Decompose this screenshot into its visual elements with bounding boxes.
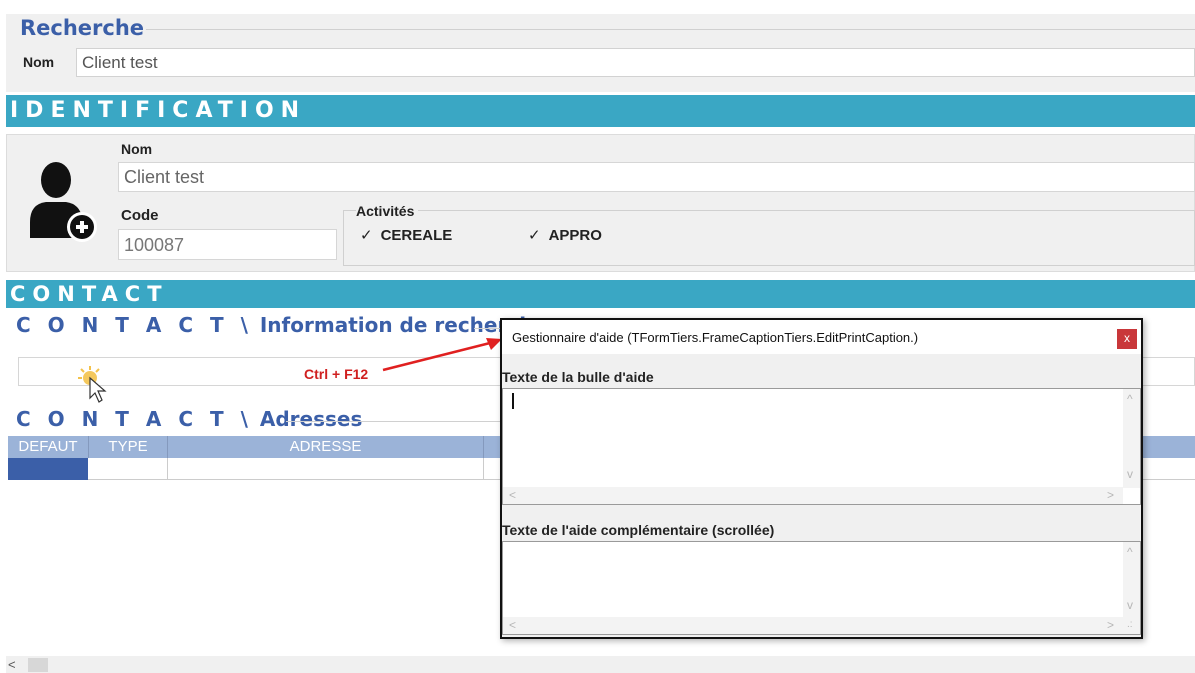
search-title-divider: [146, 29, 1195, 30]
dialog-title: Gestionnaire d'aide (TFormTiers.FrameCap…: [512, 330, 919, 345]
close-button[interactable]: x: [1117, 329, 1137, 349]
contact-band: CONTACT: [6, 280, 1195, 308]
pointer-cursor-icon: [78, 366, 107, 403]
check-icon: ✓: [360, 227, 373, 244]
annotation-arrow-icon: [382, 338, 502, 372]
scroll-right-icon[interactable]: >: [1107, 618, 1114, 632]
extra-help-label: Texte de l'aide complémentaire (scrollée…: [502, 522, 775, 538]
add-user-icon[interactable]: [28, 160, 100, 242]
scroll-left-icon[interactable]: <: [8, 657, 16, 672]
activities-group: [343, 210, 1195, 266]
text-caret: [512, 393, 514, 409]
scroll-left-icon[interactable]: <: [509, 618, 516, 632]
contact-addresses-divider: [286, 421, 500, 422]
check-icon: ✓: [528, 227, 541, 244]
tooltip-text-label: Texte de la bulle d'aide: [502, 369, 654, 385]
scroll-down-icon[interactable]: v: [1127, 598, 1133, 612]
scroll-left-icon[interactable]: <: [509, 488, 516, 502]
table-cell[interactable]: [88, 458, 168, 480]
column-header-type[interactable]: TYPE: [89, 436, 168, 458]
identification-nom-label: Nom: [121, 141, 153, 157]
search-section-title: Recherche: [20, 16, 145, 40]
dialog-body: Texte de la bulle d'aide ^ v < > Texte d…: [502, 354, 1141, 637]
tooltip-text-area[interactable]: ^ v < >: [502, 388, 1141, 505]
contact-info-divider: [474, 328, 500, 329]
horizontal-scrollbar[interactable]: [6, 656, 1195, 673]
activities-label: Activités: [356, 203, 419, 219]
identification-nom-input[interactable]: Client test: [118, 162, 1195, 192]
identification-code-input[interactable]: 100087: [118, 229, 337, 260]
scroll-up-icon[interactable]: ^: [1127, 392, 1133, 406]
scroll-down-icon[interactable]: v: [1127, 467, 1133, 481]
scrollbar-thumb[interactable]: [28, 658, 48, 672]
table-cell[interactable]: [168, 458, 484, 480]
vertical-scrollbar[interactable]: ^ v: [1123, 389, 1140, 488]
identification-band: IDENTIFICATION: [6, 95, 1195, 127]
scroll-right-icon[interactable]: >: [1107, 488, 1114, 502]
search-nom-label: Nom: [23, 54, 55, 70]
extra-help-text-area[interactable]: ^ v < > .:: [502, 541, 1141, 635]
horizontal-scrollbar[interactable]: < >: [503, 487, 1123, 504]
column-header-defaut[interactable]: DEFAUT: [8, 436, 89, 458]
search-nom-input[interactable]: Client test: [76, 48, 1195, 77]
horizontal-scrollbar[interactable]: < > .:: [503, 617, 1140, 634]
shortcut-annotation: Ctrl + F12: [304, 366, 369, 382]
resize-grip-icon[interactable]: .:: [1127, 619, 1133, 630]
selected-cell[interactable]: [8, 458, 88, 480]
activity-appro-checkbox[interactable]: ✓ APPRO: [528, 226, 602, 244]
activity-cereale-checkbox[interactable]: ✓ CEREALE: [360, 226, 452, 244]
vertical-scrollbar[interactable]: ^ v: [1123, 542, 1140, 618]
contact-addresses-title: C O N T A C T \ Adresses: [16, 407, 363, 431]
dialog-titlebar[interactable]: Gestionnaire d'aide (TFormTiers.FrameCap…: [502, 320, 1141, 354]
column-header-adresse[interactable]: ADRESSE: [168, 436, 484, 458]
identification-code-label: Code: [121, 207, 159, 224]
help-manager-dialog: Gestionnaire d'aide (TFormTiers.FrameCap…: [500, 318, 1143, 639]
scroll-up-icon[interactable]: ^: [1127, 545, 1133, 559]
